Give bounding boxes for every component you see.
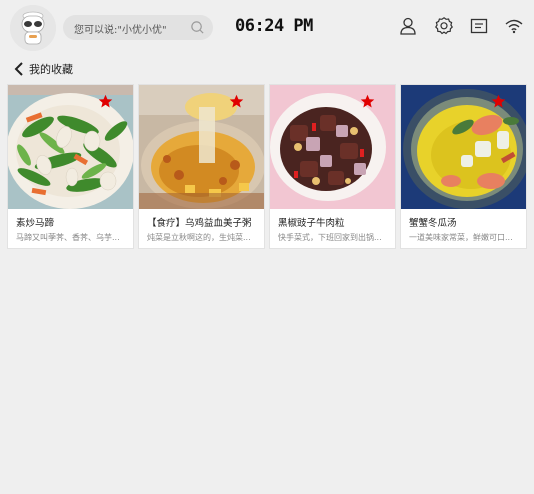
recipe-description: 马蹄又叫荸荠、香荠、乌芋... <box>16 233 120 242</box>
settings-icon[interactable] <box>434 16 454 36</box>
recipe-image <box>270 85 395 209</box>
back-navigation[interactable]: 我的收藏 <box>12 60 73 78</box>
search-icon[interactable] <box>190 20 205 35</box>
recipe-image <box>401 85 526 209</box>
recipe-title: 素炒马蹄 <box>16 218 55 229</box>
user-icon[interactable] <box>398 16 418 36</box>
favorite-card[interactable]: 黑椒豉子牛肉粒 快手菜式，下班回家到出锅... <box>269 84 396 249</box>
recipe-description: 炖菜是立秋啊这的，生炖菜... <box>147 233 251 242</box>
favorite-card[interactable]: 蟹蟹冬瓜汤 一道美味家常菜，鲜嫩可口... <box>400 84 527 249</box>
favorite-star-icon[interactable] <box>98 94 113 109</box>
recipe-title: 蟹蟹冬瓜汤 <box>409 218 457 229</box>
recipe-description: 快手菜式，下班回家到出锅... <box>278 233 382 242</box>
recipe-title: 【食疗】乌鸡益血美子粥 <box>147 218 252 229</box>
search-placeholder: 您可以说:"小优小优" <box>74 25 167 36</box>
voice-search-bar[interactable]: 您可以说:"小优小优" <box>63 15 213 40</box>
top-bar: 您可以说:"小优小优" 06:24 PM <box>0 0 534 56</box>
favorite-card[interactable]: 素炒马蹄 马蹄又叫荸荠、香荠、乌芋... <box>7 84 134 249</box>
robot-avatar-icon[interactable] <box>10 5 56 51</box>
recipe-image <box>8 85 133 209</box>
favorite-star-icon[interactable] <box>491 94 506 109</box>
wifi-icon[interactable] <box>504 16 524 36</box>
recipe-title: 黑椒豉子牛肉粒 <box>278 218 345 229</box>
recipe-description: 一道美味家常菜，鲜嫩可口... <box>409 233 513 242</box>
message-icon[interactable] <box>469 16 489 36</box>
page-title: 我的收藏 <box>29 63 73 76</box>
chevron-left-icon[interactable] <box>12 61 26 77</box>
favorite-star-icon[interactable] <box>360 94 375 109</box>
favorite-star-icon[interactable] <box>229 94 244 109</box>
recipe-image <box>139 85 264 209</box>
clock: 06:24 PM <box>235 16 313 36</box>
favorite-card[interactable]: 【食疗】乌鸡益血美子粥 炖菜是立秋啊这的，生炖菜... <box>138 84 265 249</box>
